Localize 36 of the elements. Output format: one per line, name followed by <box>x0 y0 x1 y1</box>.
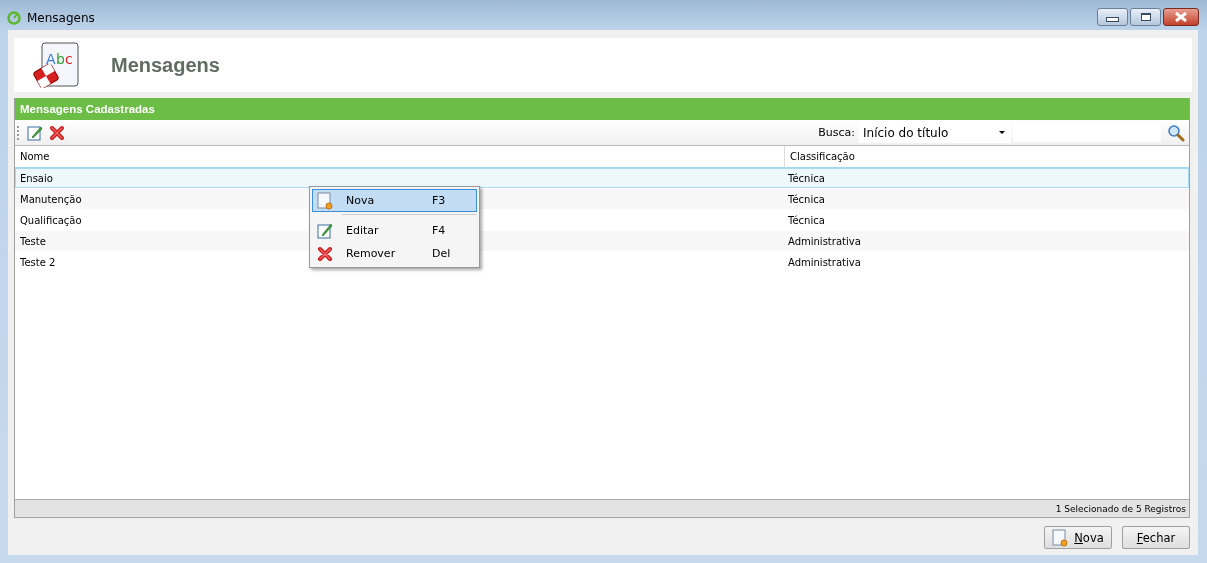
table-cell: Técnica <box>788 172 825 184</box>
app-icon <box>7 11 21 25</box>
delete-icon[interactable] <box>49 124 65 141</box>
menu-item[interactable]: Remover Del <box>312 242 477 265</box>
search-mode-dropdown[interactable]: Início do título <box>859 122 1011 143</box>
table-cell: Administrativa <box>788 235 861 247</box>
panel-title: Mensagens Cadastradas <box>20 103 155 115</box>
menu-item[interactable]: Nova F3 <box>312 189 477 212</box>
edit-icon <box>317 221 333 240</box>
table-cell: Qualificação <box>20 214 82 226</box>
column-header[interactable]: Classificação <box>785 146 1189 167</box>
window-title: Mensagens <box>27 11 95 25</box>
selected-row[interactable]: Ensaio Técnica <box>15 168 1189 188</box>
table-cell: Técnica <box>788 214 825 226</box>
table-cell: Ensaio <box>20 172 53 184</box>
page-title: Mensagens <box>111 53 220 77</box>
edit-icon[interactable] <box>27 124 43 141</box>
column-header[interactable]: Nome <box>15 146 785 167</box>
table-cell: Manutenção <box>20 193 82 205</box>
new-document-icon <box>1052 528 1069 547</box>
minimize-button[interactable] <box>1097 8 1128 26</box>
table-cell: Teste 2 <box>20 256 56 268</box>
close-button[interactable] <box>1163 8 1199 26</box>
new-button[interactable]: Nova <box>1044 526 1112 549</box>
record-count: 1 Selecionado de 5 Registros <box>1055 503 1186 514</box>
search-icon[interactable] <box>1167 123 1185 142</box>
new-document-icon <box>317 191 333 210</box>
menu-item[interactable]: Editar F4 <box>312 219 477 242</box>
search-label: Busca: <box>818 126 855 139</box>
table-cell: Administrativa <box>788 256 861 268</box>
table-cell: Técnica <box>788 193 825 205</box>
close-dialog-button[interactable]: Fechar <box>1122 526 1190 549</box>
close-icon <box>1174 12 1188 22</box>
table-cell: Teste <box>20 235 46 247</box>
delete-icon <box>317 245 333 262</box>
maximize-button[interactable] <box>1130 8 1161 26</box>
